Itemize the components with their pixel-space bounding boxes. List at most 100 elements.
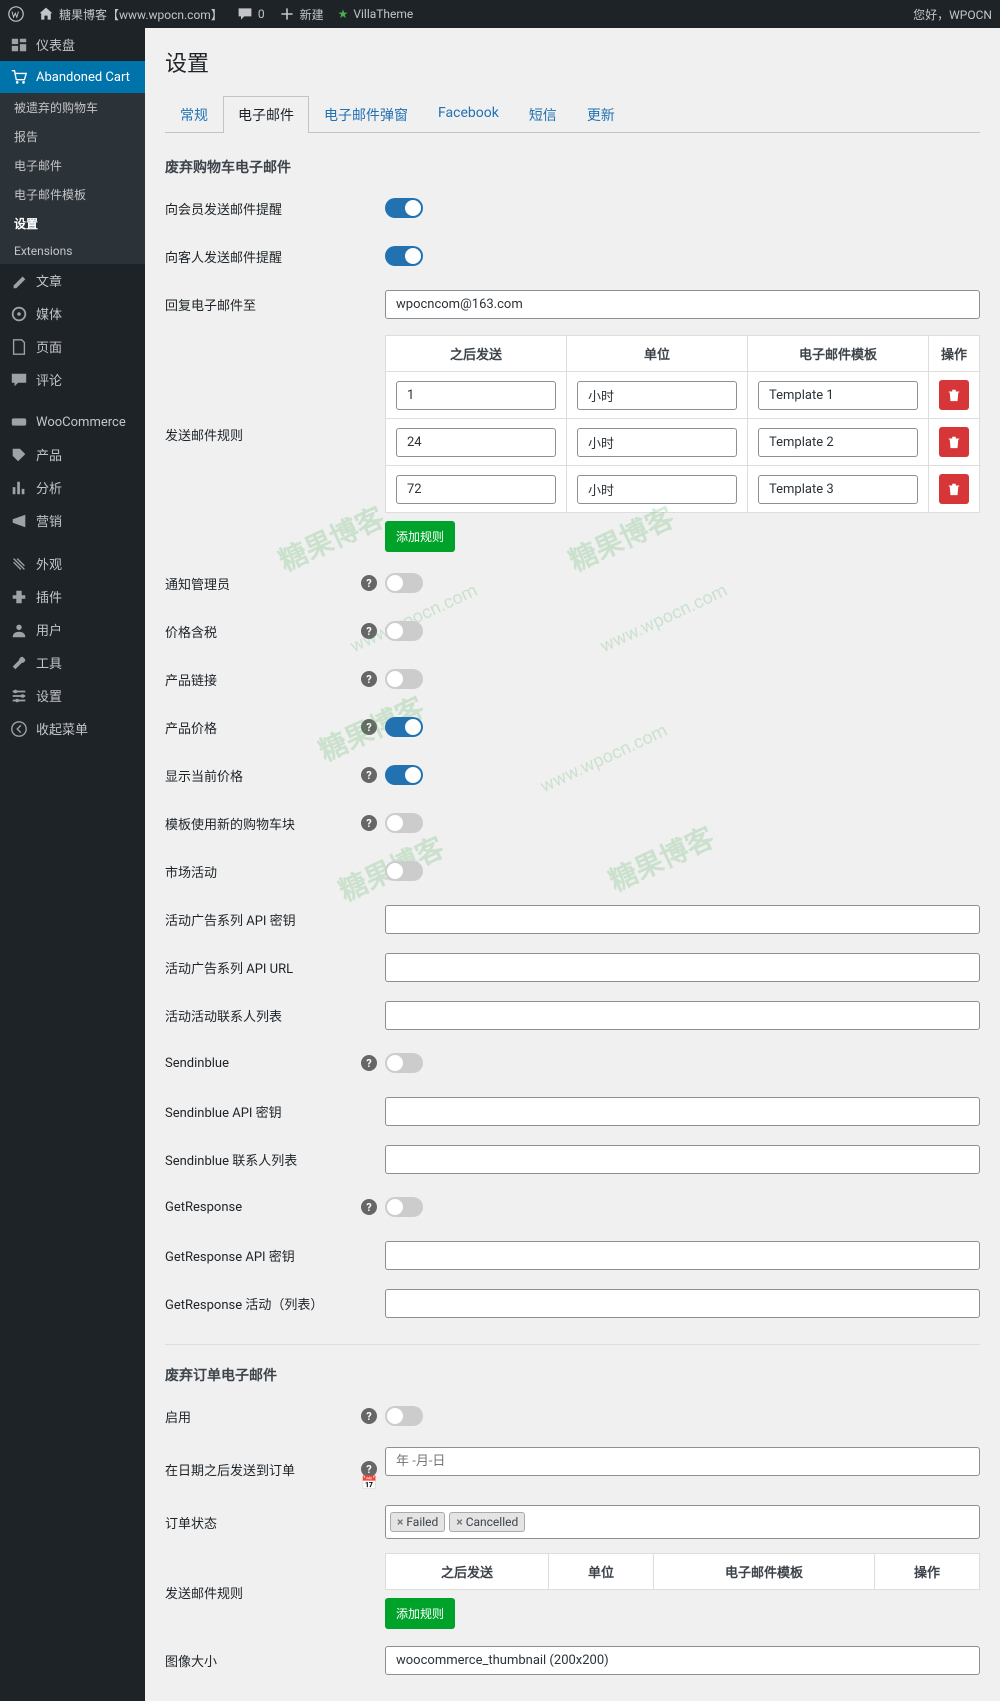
- home-icon[interactable]: 糖果博客【www.wpocn.com】: [38, 6, 223, 23]
- menu-woocommerce[interactable]: WooCommerce: [0, 406, 145, 438]
- toggle-product-link[interactable]: [385, 669, 423, 689]
- toggle-new-cart-block[interactable]: [385, 813, 423, 833]
- help-icon[interactable]: ?: [361, 623, 377, 639]
- label-sendinblue: Sendinblue: [165, 1056, 229, 1071]
- theme-link[interactable]: ★VillaTheme: [338, 7, 414, 21]
- menu-pages[interactable]: 页面: [0, 330, 145, 363]
- chip-cancelled[interactable]: ×Cancelled: [449, 1512, 525, 1532]
- help-icon[interactable]: ?: [361, 719, 377, 735]
- toggle-notify-admin[interactable]: [385, 573, 423, 593]
- table-row: [386, 419, 980, 466]
- section-order-title: 废弃订单电子邮件: [165, 1365, 980, 1385]
- greeting[interactable]: 您好，WPOCN: [913, 6, 992, 23]
- label-order-status: 订单状态: [165, 1513, 385, 1532]
- input-unit[interactable]: [577, 381, 737, 410]
- delete-button[interactable]: [939, 427, 969, 457]
- input-getresponse-campaign[interactable]: [385, 1289, 980, 1318]
- input-template[interactable]: [758, 475, 918, 504]
- toggle-sendinblue[interactable]: [385, 1053, 423, 1073]
- input-template[interactable]: [758, 428, 918, 457]
- input-template[interactable]: [758, 381, 918, 410]
- toggle-send-member[interactable]: [385, 198, 423, 218]
- tab-facebook[interactable]: Facebook: [423, 96, 514, 133]
- menu-users[interactable]: 用户: [0, 613, 145, 646]
- menu-products[interactable]: 产品: [0, 438, 145, 471]
- input-sendinblue-list[interactable]: [385, 1145, 980, 1174]
- menu-media[interactable]: 媒体: [0, 297, 145, 330]
- chip-remove-icon[interactable]: ×: [456, 1515, 462, 1529]
- label-sendinblue-list: Sendinblue 联系人列表: [165, 1150, 385, 1169]
- input-unit[interactable]: [577, 428, 737, 457]
- add-order-rule-button[interactable]: 添加规则: [385, 1598, 455, 1629]
- toggle-enable-order[interactable]: [385, 1406, 423, 1426]
- input-after[interactable]: [396, 381, 556, 410]
- toggle-show-current-price[interactable]: [385, 765, 423, 785]
- toggle-product-price[interactable]: [385, 717, 423, 737]
- chip-remove-icon[interactable]: ×: [397, 1515, 403, 1529]
- help-icon[interactable]: ?: [361, 1055, 377, 1071]
- tab-general[interactable]: 常规: [165, 96, 223, 133]
- tab-update[interactable]: 更新: [572, 96, 630, 133]
- tab-sms[interactable]: 短信: [514, 96, 572, 133]
- input-after[interactable]: [396, 475, 556, 504]
- input-after[interactable]: [396, 428, 556, 457]
- delete-button[interactable]: [939, 380, 969, 410]
- add-rule-button[interactable]: 添加规则: [385, 521, 455, 552]
- help-icon[interactable]: ?: [361, 671, 377, 687]
- help-icon[interactable]: ?: [361, 575, 377, 591]
- menu-comments[interactable]: 评论: [0, 363, 145, 396]
- input-reply-to[interactable]: [385, 290, 980, 319]
- submenu-abandoned[interactable]: 被遗弃的购物车: [0, 93, 145, 122]
- label-getresponse-campaign: GetResponse 活动（列表）: [165, 1294, 385, 1313]
- submenu-report[interactable]: 报告: [0, 122, 145, 151]
- tab-email[interactable]: 电子邮件: [223, 96, 309, 133]
- input-date[interactable]: [385, 1447, 980, 1476]
- toggle-send-guest[interactable]: [385, 246, 423, 266]
- label-product-price: 产品价格: [165, 718, 217, 737]
- input-api-key[interactable]: [385, 905, 980, 934]
- comments-icon[interactable]: 0: [237, 6, 265, 22]
- new-button[interactable]: 新建: [279, 6, 324, 23]
- label-new-cart-block: 模板使用新的购物车块: [165, 814, 295, 833]
- input-getresponse-api[interactable]: [385, 1241, 980, 1270]
- menu-analytics[interactable]: 分析: [0, 471, 145, 504]
- menu-collapse[interactable]: 收起菜单: [0, 712, 145, 745]
- submenu-settings[interactable]: 设置: [0, 209, 145, 238]
- toggle-price-tax[interactable]: [385, 621, 423, 641]
- help-icon[interactable]: ?: [361, 767, 377, 783]
- input-contact-list[interactable]: [385, 1001, 980, 1030]
- submenu-email[interactable]: 电子邮件: [0, 151, 145, 180]
- label-getresponse: GetResponse: [165, 1200, 242, 1215]
- toggle-getresponse[interactable]: [385, 1197, 423, 1217]
- tab-popup[interactable]: 电子邮件弹窗: [309, 96, 423, 133]
- menu-marketing[interactable]: 营销: [0, 504, 145, 537]
- menu-posts[interactable]: 文章: [0, 264, 145, 297]
- page-title: 设置: [165, 46, 980, 78]
- input-api-url[interactable]: [385, 953, 980, 982]
- calendar-icon[interactable]: 📅: [361, 1476, 377, 1491]
- menu-plugins[interactable]: 插件: [0, 580, 145, 613]
- label-price-tax: 价格含税: [165, 622, 217, 641]
- menu-abandoned-cart[interactable]: Abandoned Cart: [0, 61, 145, 93]
- input-image-size[interactable]: [385, 1646, 980, 1675]
- help-icon[interactable]: ?: [361, 815, 377, 831]
- submenu-extensions[interactable]: Extensions: [0, 238, 145, 264]
- order-status-select[interactable]: ×Failed ×Cancelled: [385, 1505, 980, 1539]
- delete-button[interactable]: [939, 474, 969, 504]
- help-icon[interactable]: ?: [361, 1408, 377, 1424]
- menu-dashboard[interactable]: 仪表盘: [0, 28, 145, 61]
- chip-failed[interactable]: ×Failed: [390, 1512, 445, 1532]
- input-unit[interactable]: [577, 475, 737, 504]
- toggle-campaign[interactable]: [385, 861, 423, 881]
- menu-tools[interactable]: 工具: [0, 646, 145, 679]
- col-template: 电子邮件模板: [653, 1554, 874, 1590]
- submenu-email-template[interactable]: 电子邮件模板: [0, 180, 145, 209]
- settings-tabs: 常规 电子邮件 电子邮件弹窗 Facebook 短信 更新: [165, 96, 980, 133]
- help-icon[interactable]: ?: [361, 1461, 377, 1477]
- submenu-abandoned-cart: 被遗弃的购物车 报告 电子邮件 电子邮件模板 设置 Extensions: [0, 93, 145, 264]
- wp-logo-icon[interactable]: [8, 6, 24, 22]
- input-sendinblue-api[interactable]: [385, 1097, 980, 1126]
- menu-appearance[interactable]: 外观: [0, 547, 145, 580]
- help-icon[interactable]: ?: [361, 1199, 377, 1215]
- menu-settings[interactable]: 设置: [0, 679, 145, 712]
